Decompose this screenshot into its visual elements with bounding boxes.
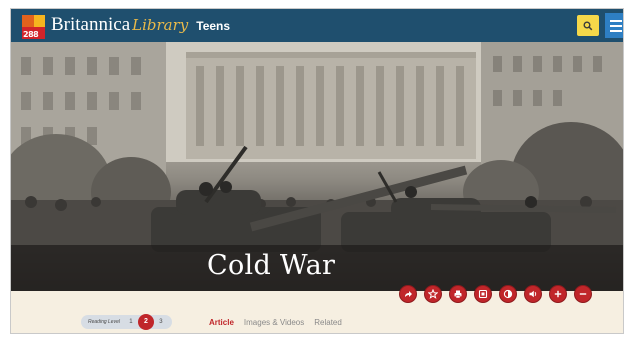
brand-edition: Teens bbox=[196, 19, 231, 33]
save-icon bbox=[478, 289, 488, 299]
favorite-icon bbox=[428, 289, 438, 299]
translate-button[interactable] bbox=[499, 285, 517, 303]
share-icon bbox=[405, 291, 412, 297]
hero-image: Cold War bbox=[11, 42, 623, 291]
decrease-text-icon bbox=[579, 293, 587, 295]
listen-icon bbox=[529, 290, 537, 298]
reading-level-1[interactable]: 1 bbox=[126, 319, 136, 325]
increase-text-icon bbox=[554, 290, 562, 298]
reading-level-selector: Reading Level 1 2 3 bbox=[81, 314, 172, 330]
logo-number: 288 bbox=[23, 30, 39, 39]
translate-icon bbox=[503, 289, 513, 299]
article-actions bbox=[399, 285, 592, 303]
search-icon bbox=[583, 21, 593, 30]
tab-related[interactable]: Related bbox=[314, 318, 342, 327]
decrease-text-button[interactable] bbox=[574, 285, 592, 303]
britannica-logo-icon[interactable]: 288 bbox=[22, 15, 45, 39]
share-button[interactable] bbox=[399, 285, 417, 303]
reading-level-3[interactable]: 3 bbox=[156, 319, 166, 325]
tab-images-videos[interactable]: Images & Videos bbox=[244, 318, 304, 327]
listen-button[interactable] bbox=[524, 285, 542, 303]
hamburger-menu-icon bbox=[610, 19, 622, 22]
search-button[interactable] bbox=[577, 15, 599, 36]
save-button[interactable] bbox=[474, 285, 492, 303]
menu-button[interactable] bbox=[605, 13, 623, 38]
top-bar: 288 Britannica Library Teens bbox=[11, 9, 623, 42]
article-tabs: Article Images & Videos Related bbox=[209, 318, 342, 327]
reading-level-label: Reading Level bbox=[88, 319, 120, 325]
print-button[interactable] bbox=[449, 285, 467, 303]
increase-text-button[interactable] bbox=[549, 285, 567, 303]
reading-level-2[interactable]: 2 bbox=[137, 314, 154, 330]
print-icon bbox=[454, 290, 462, 299]
brand-library: Library bbox=[132, 16, 189, 34]
tab-article[interactable]: Article bbox=[209, 318, 234, 327]
page-title: Cold War bbox=[207, 250, 336, 281]
favorite-button[interactable] bbox=[424, 285, 442, 303]
brand-name: Britannica bbox=[51, 14, 131, 35]
brand-wordmark[interactable]: Britannica Library Teens bbox=[51, 14, 230, 38]
app-frame: 288 Britannica Library Teens Cold War Re… bbox=[10, 8, 624, 334]
